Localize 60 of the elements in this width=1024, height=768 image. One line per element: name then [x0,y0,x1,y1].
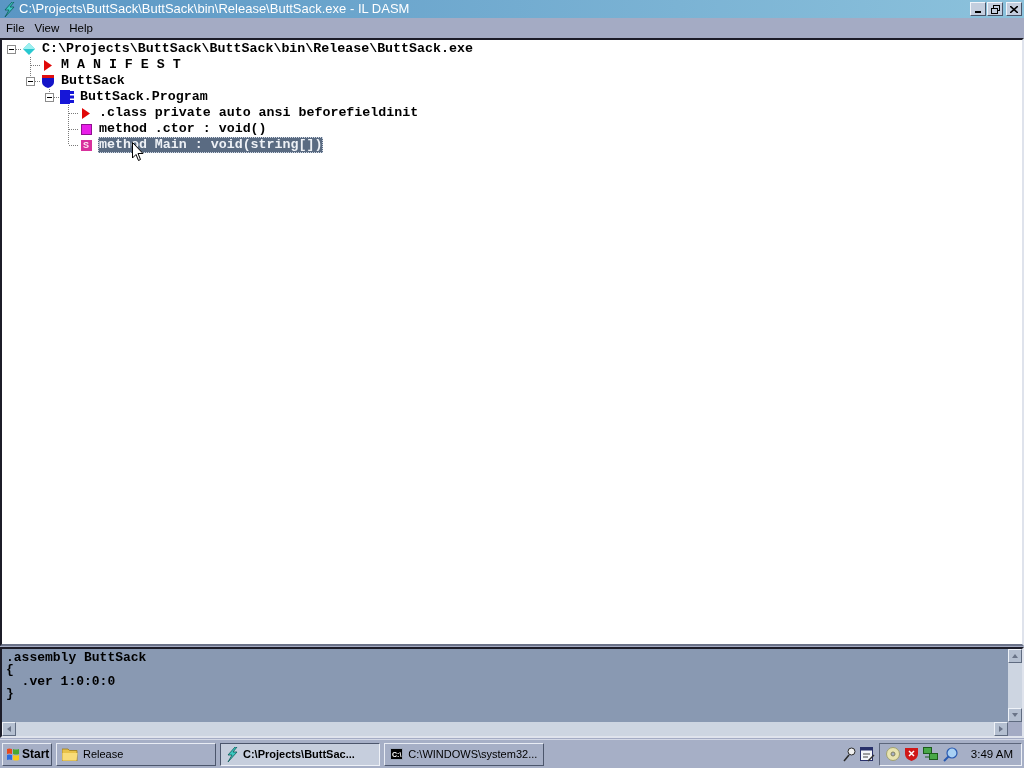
close-icon [1010,5,1018,13]
tree-item[interactable]: C:\Projects\ButtSack\ButtSack\bin\Release\ButtSack.exe [41,41,474,57]
tree-line [68,105,78,121]
clock: 3:49 AM [970,747,1013,762]
magnifier-icon[interactable] [942,746,958,762]
up-arrow-icon [1011,652,1019,660]
menu-item[interactable]: File [1,20,30,36]
taskbar-button[interactable]: Release [56,742,216,766]
start-button[interactable]: Start [2,742,52,766]
lettered-square-icon: S [80,139,92,151]
lightning-icon [3,1,15,17]
horizontal-scrollbar[interactable] [2,722,1008,736]
network-icon[interactable] [922,747,938,761]
diamond-icon [23,43,35,55]
tree-item[interactable]: method .ctor : void() [98,121,268,137]
code-line: } [6,688,14,700]
minimize-button[interactable] [970,2,986,16]
triangle-icon [44,59,52,71]
shield-icon[interactable] [904,747,918,761]
scroll-right-button[interactable] [994,722,1008,736]
menu-item[interactable]: Help [64,20,98,36]
microphone-icon[interactable] [841,746,856,762]
tree-item[interactable]: .class private auto ansi beforefieldinit [98,105,420,121]
tree-toggle[interactable] [45,92,54,102]
minimize-icon [975,11,981,13]
triangle-icon [82,107,90,119]
code-line: .assembly ButtSack [6,652,147,664]
scroll-up-button[interactable] [1008,649,1022,663]
shield-icon [42,74,54,88]
tree-toggle[interactable] [7,44,16,54]
scroll-left-button[interactable] [2,722,16,736]
minus-icon [47,94,52,100]
left-arrow-icon [5,725,13,733]
down-arrow-icon [1011,711,1019,719]
minus-icon [28,78,33,84]
folder-icon [62,747,78,761]
menu-item[interactable]: View [29,20,65,36]
tree-line [49,89,59,98]
code-line: { [6,664,14,676]
square-icon [80,123,92,135]
striped-block-icon [60,90,74,104]
window-title: C:\Projects\ButtSack\ButtSack\bin\Release\ButtSack.exe - IL DASM [19,1,410,17]
tree-toggle[interactable] [26,76,35,86]
document-pen-icon[interactable] [859,746,875,762]
taskbar-button[interactable]: C:\Projects\ButtSac... [220,742,380,766]
vertical-scrollbar[interactable] [1008,649,1022,722]
restore-button[interactable] [987,2,1003,16]
flag-icon [6,747,20,761]
right-arrow-icon [997,725,1005,733]
close-button[interactable] [1006,2,1022,16]
scrollbar-corner [1008,722,1022,736]
tree-item[interactable]: M A N I F E S T [60,57,182,73]
tree-item[interactable]: ButtSack [60,73,126,89]
minus-icon [9,46,14,52]
scroll-down-button[interactable] [1008,708,1022,722]
code-line: .ver 1:0:0:0 [20,676,116,688]
restore-icon [990,4,1000,14]
tree-line [16,49,21,50]
tree-item[interactable]: ButtSack.Program [79,89,209,105]
lightning-icon [226,746,238,762]
